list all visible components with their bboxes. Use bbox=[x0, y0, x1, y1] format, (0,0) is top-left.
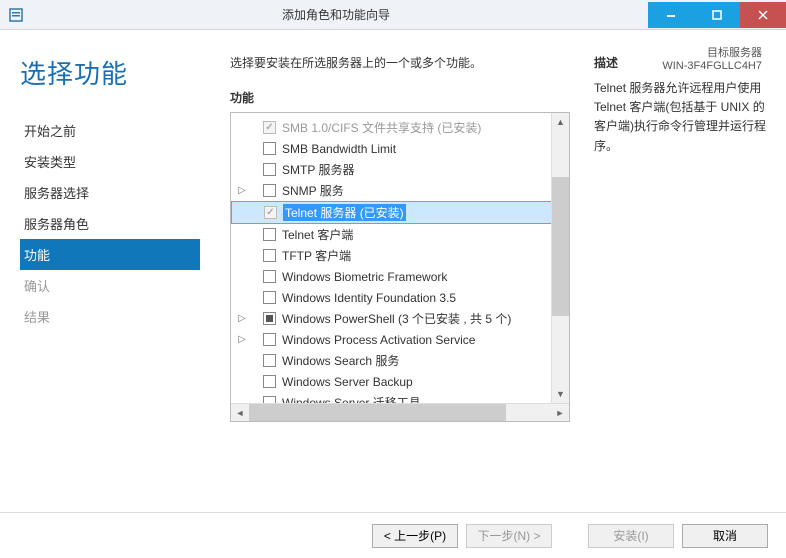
next-button[interactable]: 下一步(N) > bbox=[466, 524, 552, 548]
feature-label: TFTP 客户端 bbox=[282, 247, 351, 264]
feature-label: Windows Server Backup bbox=[282, 375, 413, 389]
wizard-footer: < 上一步(P) 下一步(N) > 安装(I) 取消 bbox=[0, 512, 786, 558]
nav-item-1[interactable]: 安装类型 bbox=[20, 146, 200, 177]
feature-item[interactable]: Windows Server Backup bbox=[231, 371, 569, 392]
app-icon bbox=[8, 7, 24, 23]
feature-item[interactable]: SMTP 服务器 bbox=[231, 159, 569, 180]
page-title: 选择功能 bbox=[20, 54, 200, 91]
feature-item[interactable]: TFTP 客户端 bbox=[231, 245, 569, 266]
maximize-button[interactable] bbox=[694, 2, 740, 28]
feature-label: SMB 1.0/CIFS 文件共享支持 (已安装) bbox=[282, 119, 481, 136]
feature-checkbox[interactable] bbox=[263, 333, 276, 346]
feature-checkbox[interactable] bbox=[263, 163, 276, 176]
feature-checkbox bbox=[264, 206, 277, 219]
tree-horizontal-scrollbar[interactable]: ◄ ► bbox=[231, 403, 569, 421]
feature-item[interactable]: Windows Identity Foundation 3.5 bbox=[231, 287, 569, 308]
feature-label: Telnet 服务器 (已安装) bbox=[283, 204, 406, 221]
feature-checkbox[interactable] bbox=[263, 228, 276, 241]
feature-checkbox[interactable] bbox=[263, 184, 276, 197]
target-server-label: 目标服务器 bbox=[662, 44, 762, 60]
nav-item-0[interactable]: 开始之前 bbox=[20, 115, 200, 146]
nav-item-5: 确认 bbox=[20, 270, 200, 301]
feature-checkbox[interactable] bbox=[263, 249, 276, 262]
feature-label: Windows Process Activation Service bbox=[282, 333, 475, 347]
expand-toggle-icon[interactable]: ▷ bbox=[235, 334, 249, 345]
feature-checkbox[interactable] bbox=[263, 142, 276, 155]
feature-label: Windows PowerShell (3 个已安装 , 共 5 个) bbox=[282, 310, 511, 327]
cancel-button[interactable]: 取消 bbox=[682, 524, 768, 548]
nav-item-2[interactable]: 服务器选择 bbox=[20, 177, 200, 208]
feature-checkbox[interactable] bbox=[263, 396, 276, 403]
feature-checkbox bbox=[263, 121, 276, 134]
feature-label: Telnet 客户端 bbox=[282, 226, 353, 243]
feature-label: Windows Biometric Framework bbox=[282, 270, 447, 284]
feature-item[interactable]: SMB Bandwidth Limit bbox=[231, 138, 569, 159]
feature-label: Windows Identity Foundation 3.5 bbox=[282, 291, 456, 305]
feature-checkbox[interactable] bbox=[263, 270, 276, 283]
feature-checkbox[interactable] bbox=[263, 354, 276, 367]
features-section-label: 功能 bbox=[230, 89, 570, 106]
feature-item[interactable]: Windows Biometric Framework bbox=[231, 266, 569, 287]
nav-item-6: 结果 bbox=[20, 301, 200, 332]
scroll-left-button[interactable]: ◄ bbox=[231, 404, 249, 421]
window-title: 添加角色和功能向导 bbox=[24, 6, 648, 23]
v-scroll-thumb[interactable] bbox=[552, 177, 569, 317]
description-text: Telnet 服务器允许远程用户使用 Telnet 客户端(包括基于 UNIX … bbox=[594, 79, 766, 156]
server-info: 目标服务器 WIN-3F4FGLLC4H7 bbox=[662, 44, 762, 72]
feature-checkbox[interactable] bbox=[263, 291, 276, 304]
scroll-up-button[interactable]: ▲ bbox=[552, 113, 569, 131]
h-scroll-thumb[interactable] bbox=[249, 404, 506, 421]
feature-label: Windows Server 迁移工具 bbox=[282, 394, 421, 403]
tree-vertical-scrollbar[interactable]: ▲ ▼ bbox=[551, 113, 569, 403]
feature-item[interactable]: ▷ Windows PowerShell (3 个已安装 , 共 5 个) bbox=[231, 308, 569, 329]
expand-toggle-icon[interactable]: ▷ bbox=[235, 313, 249, 324]
feature-label: SMB Bandwidth Limit bbox=[282, 142, 396, 156]
feature-item[interactable]: ▷ SNMP 服务 bbox=[231, 180, 569, 201]
wizard-nav: 开始之前安装类型服务器选择服务器角色功能确认结果 bbox=[20, 115, 200, 332]
target-server-name: WIN-3F4FGLLC4H7 bbox=[662, 60, 762, 72]
intro-text: 选择要安装在所选服务器上的一个或多个功能。 bbox=[230, 54, 570, 71]
feature-item[interactable]: Windows Search 服务 bbox=[231, 350, 569, 371]
feature-item[interactable]: SMB 1.0/CIFS 文件共享支持 (已安装) bbox=[231, 117, 569, 138]
nav-item-4[interactable]: 功能 bbox=[20, 239, 200, 270]
scroll-down-button[interactable]: ▼ bbox=[552, 385, 569, 403]
previous-button[interactable]: < 上一步(P) bbox=[372, 524, 458, 548]
expand-toggle-icon[interactable]: ▷ bbox=[235, 185, 249, 196]
feature-label: Windows Search 服务 bbox=[282, 352, 399, 369]
install-button[interactable]: 安装(I) bbox=[588, 524, 674, 548]
feature-item[interactable]: ▷ Windows Process Activation Service bbox=[231, 329, 569, 350]
feature-item[interactable]: Telnet 客户端 bbox=[231, 224, 569, 245]
feature-checkbox[interactable] bbox=[263, 312, 276, 325]
feature-item[interactable]: Windows Server 迁移工具 bbox=[231, 392, 569, 403]
minimize-button[interactable] bbox=[648, 2, 694, 28]
feature-label: SMTP 服务器 bbox=[282, 161, 354, 178]
window-controls bbox=[648, 2, 786, 28]
titlebar: 添加角色和功能向导 bbox=[0, 0, 786, 30]
close-button[interactable] bbox=[740, 2, 786, 28]
features-tree: SMB 1.0/CIFS 文件共享支持 (已安装) SMB Bandwidth L… bbox=[230, 112, 570, 422]
nav-item-3[interactable]: 服务器角色 bbox=[20, 208, 200, 239]
feature-checkbox[interactable] bbox=[263, 375, 276, 388]
scroll-right-button[interactable]: ► bbox=[551, 404, 569, 421]
feature-item[interactable]: Telnet 服务器 (已安装) bbox=[231, 201, 567, 224]
feature-label: SNMP 服务 bbox=[282, 182, 344, 199]
